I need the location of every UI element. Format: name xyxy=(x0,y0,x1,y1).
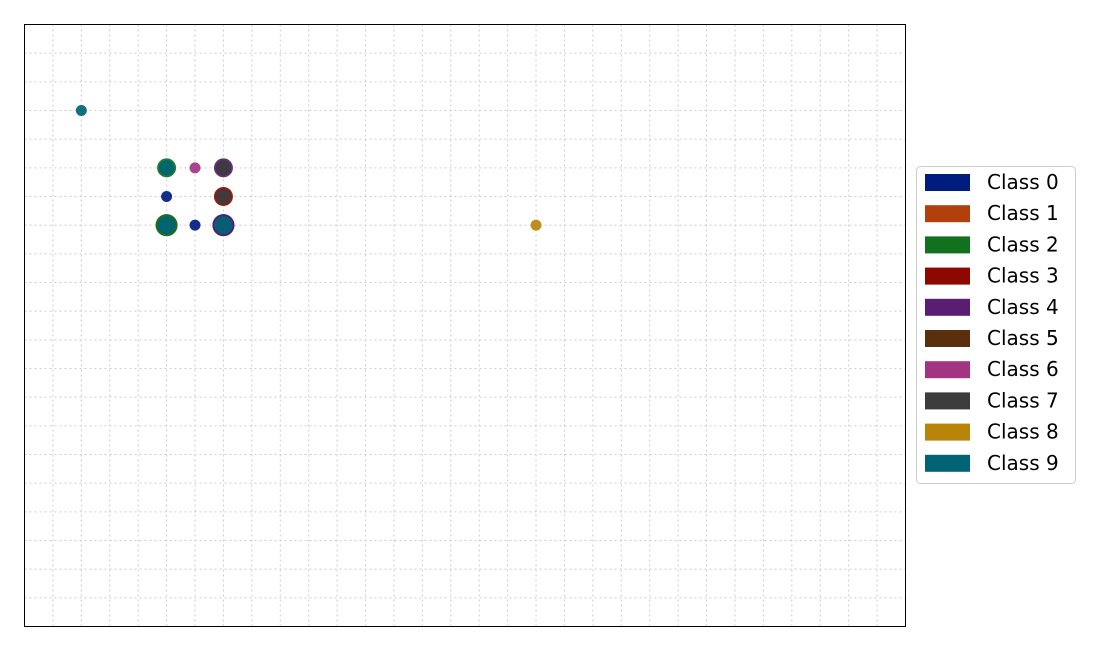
legend-label: Class 9 xyxy=(987,451,1059,475)
grid-lines xyxy=(24,24,906,627)
data-point xyxy=(75,105,87,116)
data-point xyxy=(213,187,233,206)
data-point xyxy=(212,214,235,237)
legend-label: Class 8 xyxy=(987,420,1059,444)
data-point xyxy=(189,219,201,231)
legend-swatch xyxy=(925,330,970,347)
legend-swatch xyxy=(925,298,970,316)
data-point xyxy=(155,214,178,237)
legend-label: Class 6 xyxy=(987,357,1059,381)
legend-label: Class 5 xyxy=(987,326,1059,350)
legend-swatch xyxy=(925,174,970,191)
data-point xyxy=(161,191,173,202)
data-point xyxy=(157,158,177,178)
data-point xyxy=(530,219,542,231)
legend-label: Class 0 xyxy=(987,170,1059,194)
point-class-7 xyxy=(215,188,232,205)
legend-label: Class 2 xyxy=(987,232,1059,256)
legend-swatch xyxy=(925,361,970,379)
point-class-0 xyxy=(161,191,173,202)
legend-swatch xyxy=(925,392,970,410)
scatter-chart: Class 0 Class 1 Class 2 Class 3 Class 4 Class… xyxy=(24,24,1076,627)
point-class-9 xyxy=(214,215,233,235)
plot-frame xyxy=(24,24,906,627)
legend-swatch xyxy=(925,454,970,472)
point-class-7 xyxy=(215,160,232,176)
legend-swatch xyxy=(925,267,970,285)
data-point xyxy=(189,162,201,174)
point-class-9 xyxy=(157,215,176,235)
legend-label: Class 7 xyxy=(987,388,1059,412)
point-class-6 xyxy=(189,162,201,174)
chart-root: Class 0 Class 1 Class 2 Class 3 Class 4 Class… xyxy=(0,0,1100,650)
point-class-9 xyxy=(75,105,87,116)
point-class-0 xyxy=(189,219,201,231)
legend-swatch xyxy=(925,423,970,441)
point-class-9 xyxy=(158,160,175,176)
legend-swatch xyxy=(925,236,970,254)
legend-swatch xyxy=(925,205,970,223)
legend-label: Class 4 xyxy=(987,295,1059,319)
legend-label: Class 1 xyxy=(987,201,1059,225)
data-point xyxy=(213,158,233,178)
point-class-8 xyxy=(530,219,542,231)
legend-label: Class 3 xyxy=(987,264,1059,288)
legend: Class 0 Class 1 Class 2 Class 3 Class 4 Class… xyxy=(916,166,1076,484)
